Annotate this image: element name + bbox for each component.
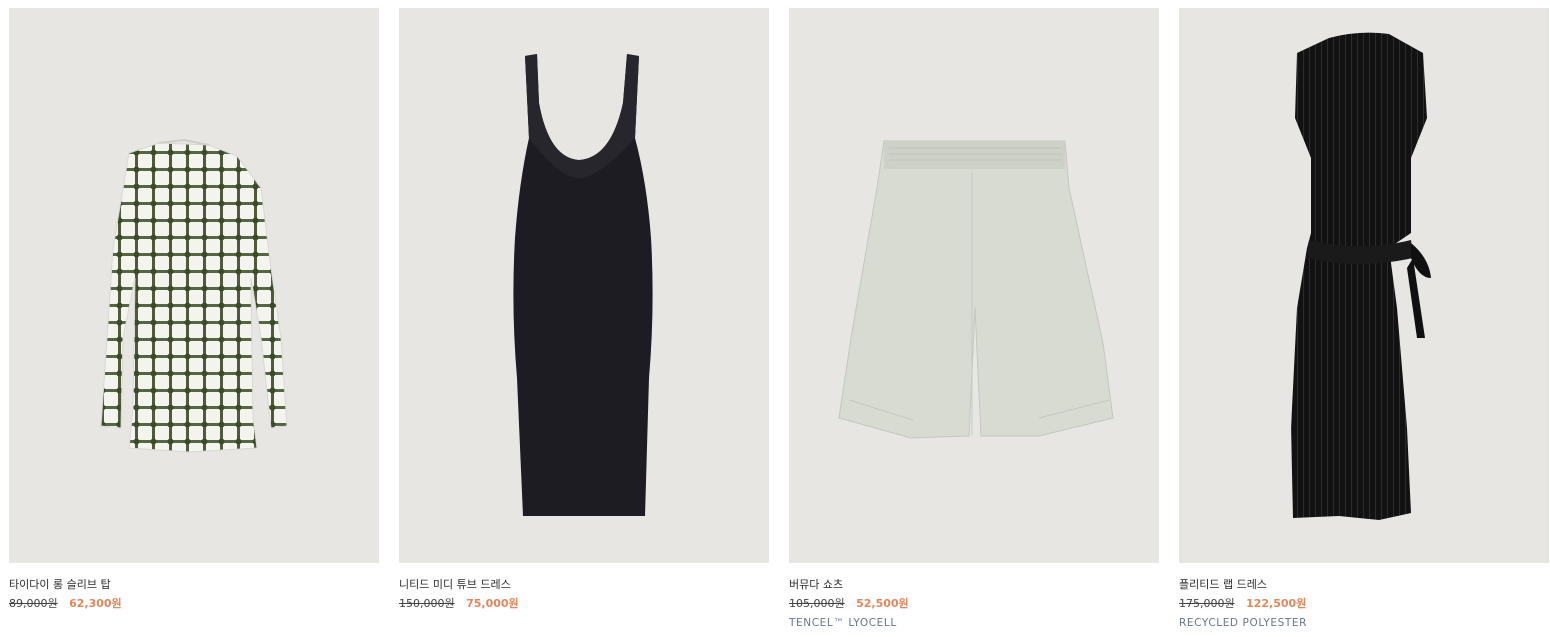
product-name[interactable]: 타이다이 롱 슬리브 탑: [9, 578, 379, 592]
product-card[interactable]: 니티드 미디 튜브 드레스 150,000원 75,000원: [399, 8, 769, 630]
product-name[interactable]: 니티드 미디 튜브 드레스: [399, 578, 769, 592]
sale-price: 62,300원: [69, 597, 122, 610]
product-image[interactable]: [789, 8, 1159, 563]
original-price: 150,000원: [399, 597, 455, 610]
knitted-dress-image: [513, 54, 653, 516]
product-name[interactable]: 버뮤다 쇼츠: [789, 578, 1159, 592]
bermuda-shorts-image: [838, 140, 1114, 439]
product-image[interactable]: [399, 8, 769, 563]
product-material: TENCEL™ LYOCELL: [789, 617, 897, 629]
product-grid: 타이다이 롱 슬리브 탑 89,000원 62,300원 니티드 미디 튜브 드…: [0, 0, 1550, 637]
product-card[interactable]: 버뮤다 쇼츠 105,000원 52,500원 TENCEL™ LYOCELL: [789, 8, 1159, 630]
sale-price: 122,500원: [1246, 597, 1307, 610]
price-row: 175,000원 122,500원: [1179, 597, 1549, 611]
product-image[interactable]: [1179, 8, 1549, 563]
price-row: 89,000원 62,300원: [9, 597, 379, 611]
product-material: RECYCLED POLYESTER: [1179, 617, 1308, 629]
product-card[interactable]: 플리티드 랩 드레스 175,000원 122,500원 RECYCLED PO…: [1179, 8, 1549, 630]
price-row: 105,000원 52,500원: [789, 597, 1159, 611]
original-price: 89,000원: [9, 597, 58, 610]
product-image[interactable]: [9, 8, 379, 563]
product-material: [9, 616, 379, 630]
pleated-dress-image: [1291, 32, 1431, 521]
product-material: [399, 616, 769, 630]
sale-price: 52,500원: [856, 597, 909, 610]
product-name[interactable]: 플리티드 랩 드레스: [1179, 578, 1549, 592]
original-price: 105,000원: [789, 597, 845, 610]
tie-dye-top-image: [100, 138, 288, 453]
price-row: 150,000원 75,000원: [399, 597, 769, 611]
sale-price: 75,000원: [466, 597, 519, 610]
product-card[interactable]: 타이다이 롱 슬리브 탑 89,000원 62,300원: [9, 8, 379, 630]
original-price: 175,000원: [1179, 597, 1235, 610]
